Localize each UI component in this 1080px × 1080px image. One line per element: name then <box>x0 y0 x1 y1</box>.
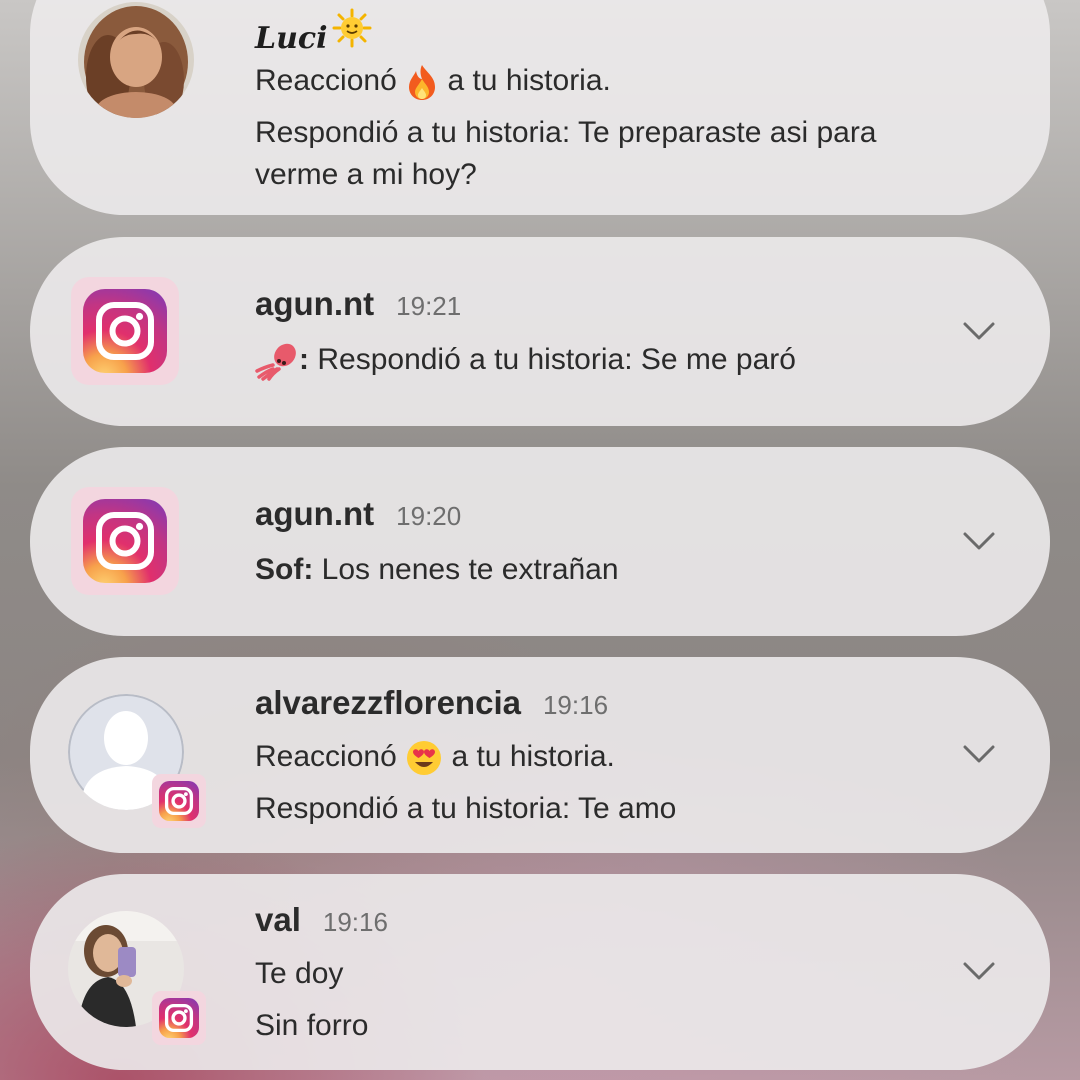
instagram-app-tile <box>71 277 179 385</box>
instagram-app-tile <box>71 487 179 595</box>
reaction-text: Reaccionó <box>255 64 397 97</box>
sender-name: Luci <box>255 21 328 56</box>
instagram-badge <box>152 774 206 828</box>
sun-face-emoji <box>332 8 372 48</box>
chevron-down-icon[interactable] <box>962 961 996 981</box>
sender-suffix: : <box>299 343 309 376</box>
message-sender: Sof: <box>255 553 314 586</box>
instagram-badge <box>152 991 206 1045</box>
heart-eyes-emoji <box>407 741 442 776</box>
timestamp: 19:16 <box>322 907 388 937</box>
notification-card-val[interactable]: val 19:16 Te doy Sin forro <box>30 874 1050 1070</box>
avatar-luci <box>78 2 194 118</box>
message-text: Respondió a tu historia: Se me paró <box>317 343 796 376</box>
reaction-line: Reaccionó a tu historia. <box>255 736 940 778</box>
instagram-icon <box>83 499 167 583</box>
sender-name: agun.nt <box>255 285 375 322</box>
reaction-text: Reaccionó <box>255 740 397 773</box>
fire-emoji <box>409 65 436 101</box>
message-line: : Respondió a tu historia: Se me paró <box>255 339 940 381</box>
sender-name: agun.nt <box>255 495 375 532</box>
notification-card-agun-1[interactable]: agun.nt 19:21 : Respondió a tu historia:… <box>30 237 1050 426</box>
instagram-icon <box>83 289 167 373</box>
avatar-photo <box>78 2 194 118</box>
timestamp: 19:21 <box>396 291 462 321</box>
avatar-alvarezzflorencia <box>68 694 206 828</box>
notification-card-luci[interactable]: Luci Reaccionó a tu historia. Respondió … <box>30 0 1050 215</box>
reply-text: Respondió a tu historia: Te amo <box>255 792 677 825</box>
reply-text: Respondió a tu historia: Te preparaste a… <box>255 116 877 191</box>
chevron-down-icon[interactable] <box>962 531 996 551</box>
sender-name: val <box>255 901 301 938</box>
notification-card-alvarezzflorencia[interactable]: alvarezzflorencia 19:16 Reaccionó a tu h… <box>30 657 1050 853</box>
instagram-icon <box>159 781 199 821</box>
notification-card-agun-2[interactable]: agun.nt 19:20 Sof: Los nenes te extrañan <box>30 447 1050 636</box>
sender-name: alvarezzflorencia <box>255 684 521 721</box>
message-line-1: Te doy <box>255 957 344 990</box>
instagram-icon <box>159 998 199 1038</box>
reaction-suffix: a tu historia. <box>451 740 615 773</box>
timestamp: 19:20 <box>396 501 462 531</box>
squid-emoji <box>255 343 296 381</box>
message-line-2: Sin forro <box>255 1009 369 1042</box>
reaction-suffix: a tu historia. <box>447 64 611 97</box>
timestamp: 19:16 <box>542 690 609 720</box>
message-line: Sof: Los nenes te extrañan <box>255 549 940 591</box>
chevron-down-icon[interactable] <box>962 321 996 341</box>
chevron-down-icon[interactable] <box>962 744 996 764</box>
message-text: Los nenes te extrañan <box>321 553 619 586</box>
avatar-val <box>68 911 206 1045</box>
reaction-line: Reaccionó a tu historia. <box>255 60 940 102</box>
